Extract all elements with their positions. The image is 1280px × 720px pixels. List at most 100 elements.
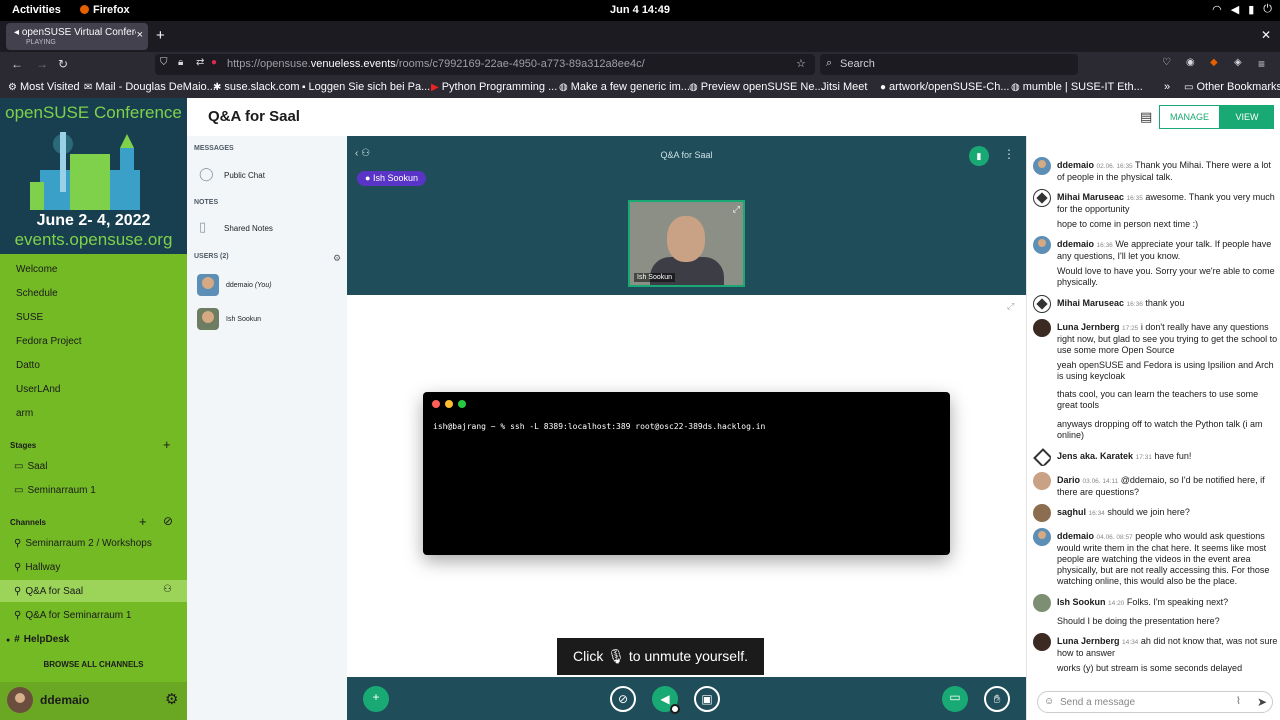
pocket-icon[interactable]: ♡ [1162, 57, 1171, 68]
people-icon[interactable]: ⚇ [163, 584, 172, 595]
nav-datto[interactable]: Datto [16, 360, 40, 371]
nav-welcome[interactable]: Welcome [16, 264, 58, 275]
browser-tab[interactable]: ◂ openSUSE Virtual Confere PLAYING × [6, 23, 148, 50]
avatar[interactable] [1033, 236, 1051, 254]
terminal-close-dot [432, 400, 440, 408]
reload-icon[interactable]: ↻ [58, 57, 68, 71]
bookmark-star-icon[interactable]: ☆ [796, 57, 806, 70]
bookmark-slack[interactable]: ✱ suse.slack.com [213, 81, 300, 93]
page-title: Q&A for Saal [208, 108, 300, 125]
share-webcam-button[interactable]: ▣ [694, 686, 720, 712]
avatar[interactable] [1033, 189, 1051, 207]
clock[interactable]: Jun 4 14:49 [0, 4, 1280, 16]
raise-hand-button[interactable]: ✋︎ [984, 686, 1010, 712]
avatar[interactable] [1033, 295, 1051, 313]
chat-input[interactable]: ☺ Send a message ⌇ [1037, 691, 1273, 713]
tracking-shield-icon[interactable]: ⛉ [160, 57, 168, 68]
explore-channels-icon[interactable]: ⊘ [163, 514, 173, 528]
new-tab-button[interactable]: + [156, 27, 165, 44]
channel-hallway[interactable]: ⚲ Hallway [14, 562, 60, 573]
screenshare-button[interactable]: ▭ [942, 686, 968, 712]
nav-suse[interactable]: SUSE [16, 312, 43, 323]
tab-close-icon[interactable]: × [137, 29, 143, 41]
bookmark-preview[interactable]: ◍ Preview openSUSE Ne... [689, 81, 824, 93]
lock-icon[interactable]: 🔒︎ [178, 57, 183, 68]
back-icon[interactable]: ← [11, 57, 23, 71]
avatar[interactable] [1033, 448, 1051, 466]
avatar[interactable] [1033, 472, 1051, 490]
url-bar[interactable]: ⛉ 🔒︎ ⇄ ● https://opensuse.venueless.even… [155, 54, 815, 75]
options-kebab-icon[interactable]: ⋮ [1003, 147, 1015, 161]
bookmark-artwork[interactable]: ● artwork/openSUSE-Ch... [880, 81, 1009, 93]
bookmark-jitsi[interactable]: Jitsi Meet [818, 81, 867, 93]
browse-all-channels-button[interactable]: BROWSE ALL CHANNELS [0, 660, 187, 669]
bookmark-other[interactable]: ▭ Other Bookmarks [1184, 81, 1280, 93]
bookmark-generic[interactable]: ◍ Make a few generic im... [559, 81, 690, 93]
window-close-icon[interactable]: ✕ [1261, 28, 1271, 42]
unmute-microphone-button[interactable]: ⊘ [610, 686, 636, 712]
microphone-in-use-icon[interactable]: ● [211, 57, 217, 68]
bookmark-mail[interactable]: ✉ Mail - Douglas DeMaio... [84, 81, 216, 93]
bookmarks-overflow-icon[interactable]: » [1164, 81, 1170, 93]
add-channel-icon[interactable]: + [139, 514, 147, 529]
send-icon[interactable]: ➤ [1257, 695, 1267, 709]
presentation-fullscreen-icon[interactable]: ⤢ [1007, 301, 1014, 312]
extension-fox-icon[interactable]: ◆ [1210, 57, 1218, 68]
users-settings-gear-icon[interactable]: ⚙ [333, 253, 341, 264]
webcam-video[interactable]: ⤢ Ish Sookun [628, 200, 745, 287]
view-button[interactable]: VIEW [1220, 105, 1274, 129]
extension-n-icon[interactable]: ◈ [1234, 57, 1242, 68]
bookmark-mumble[interactable]: ◍ mumble | SUSE-IT Eth... [1011, 81, 1143, 93]
forward-icon[interactable]: → [36, 57, 48, 71]
current-user-bar[interactable]: ddemaio ⚙ [0, 682, 187, 720]
extension-d-icon[interactable]: ◉ [1186, 57, 1195, 68]
avatar[interactable] [7, 687, 33, 713]
emoji-icon[interactable]: ☺ [1044, 696, 1054, 707]
public-chat-item[interactable]: Public Chat [224, 171, 265, 180]
avatar[interactable] [1033, 157, 1051, 175]
menu-icon[interactable]: ≡ [1258, 57, 1265, 71]
audio-settings-dot[interactable] [670, 704, 680, 714]
shared-notes-item[interactable]: Shared Notes [224, 224, 273, 233]
avatar[interactable] [1033, 319, 1051, 337]
conference-banner[interactable]: openSUSE Conference June 2- 4, 2022 even… [0, 98, 187, 254]
user-name-ddemaio[interactable]: ddemaio (You) [226, 282, 272, 289]
nav-userland[interactable]: UserLAnd [16, 384, 60, 395]
user-name-ish-sookun[interactable]: Ish Sookun [226, 316, 261, 323]
muted-microphone-icon: 🎙︎ [607, 648, 626, 664]
permissions-icon[interactable]: ⇄ [196, 57, 204, 68]
attachment-icon[interactable]: ⌇ [1236, 696, 1241, 707]
avatar[interactable] [1033, 594, 1051, 612]
channel-seminarraum-2[interactable]: ⚲ Seminarraum 2 / Workshops [14, 538, 152, 549]
stage-saal[interactable]: ▭ Saal [14, 461, 47, 472]
manage-button[interactable]: MANAGE [1159, 105, 1220, 129]
screenshare-terminal[interactable]: ish@bajrang ~ % ssh -L 8389:localhost:38… [423, 392, 950, 555]
meeting-main-area: ‹ ⚇ Q&A for Saal ● Ish Sookun ▮ ⋮ ⤢ Ish … [347, 136, 1026, 720]
speaker-icon[interactable]: ◂ [14, 27, 19, 38]
actions-plus-button[interactable]: + [363, 686, 389, 712]
stage-seminarraum-1[interactable]: ▭ Seminarraum 1 [14, 485, 96, 496]
system-tray[interactable]: ◠ ◀ ▮ ⏻ [1212, 3, 1272, 16]
avatar[interactable] [1033, 528, 1051, 546]
nav-schedule[interactable]: Schedule [16, 288, 58, 299]
channel-qa-saal[interactable]: ⚲ Q&A for Saal [14, 586, 83, 597]
bookmark-loggen[interactable]: ▪ Loggen Sie sich bei Pa... [302, 81, 430, 93]
fullscreen-icon[interactable]: ⤢ [733, 204, 740, 215]
meeting-action-bar: + ⊘ ◀ ▣ ▭ ✋︎ [347, 677, 1026, 720]
channel-qa-seminarraum-1[interactable]: ⚲ Q&A for Seminarraum 1 [14, 610, 131, 621]
room-header: Q&A for Saal ▤ MANAGE VIEW [187, 98, 1280, 136]
avatar[interactable] [1033, 633, 1051, 651]
channel-helpdesk[interactable]: ● # HelpDesk [6, 634, 69, 645]
bookmark-python[interactable]: ▶ Python Programming ... [431, 81, 557, 93]
settings-gear-icon[interactable]: ⚙ [165, 690, 178, 708]
avatar[interactable] [1033, 504, 1051, 522]
document-icon[interactable]: ▤ [1140, 109, 1152, 125]
user-avatar-ddemaio[interactable] [197, 274, 219, 296]
bookmark-most-visited[interactable]: ⚙ Most Visited [8, 81, 80, 93]
add-stage-icon[interactable]: + [163, 437, 171, 452]
nav-arm[interactable]: arm [16, 408, 33, 419]
connection-status-icon[interactable]: ▮ [969, 146, 989, 166]
user-avatar-ish-sookun[interactable] [197, 308, 219, 330]
nav-fedora-project[interactable]: Fedora Project [16, 336, 82, 347]
search-box[interactable]: ⌕ Search [820, 54, 1078, 75]
